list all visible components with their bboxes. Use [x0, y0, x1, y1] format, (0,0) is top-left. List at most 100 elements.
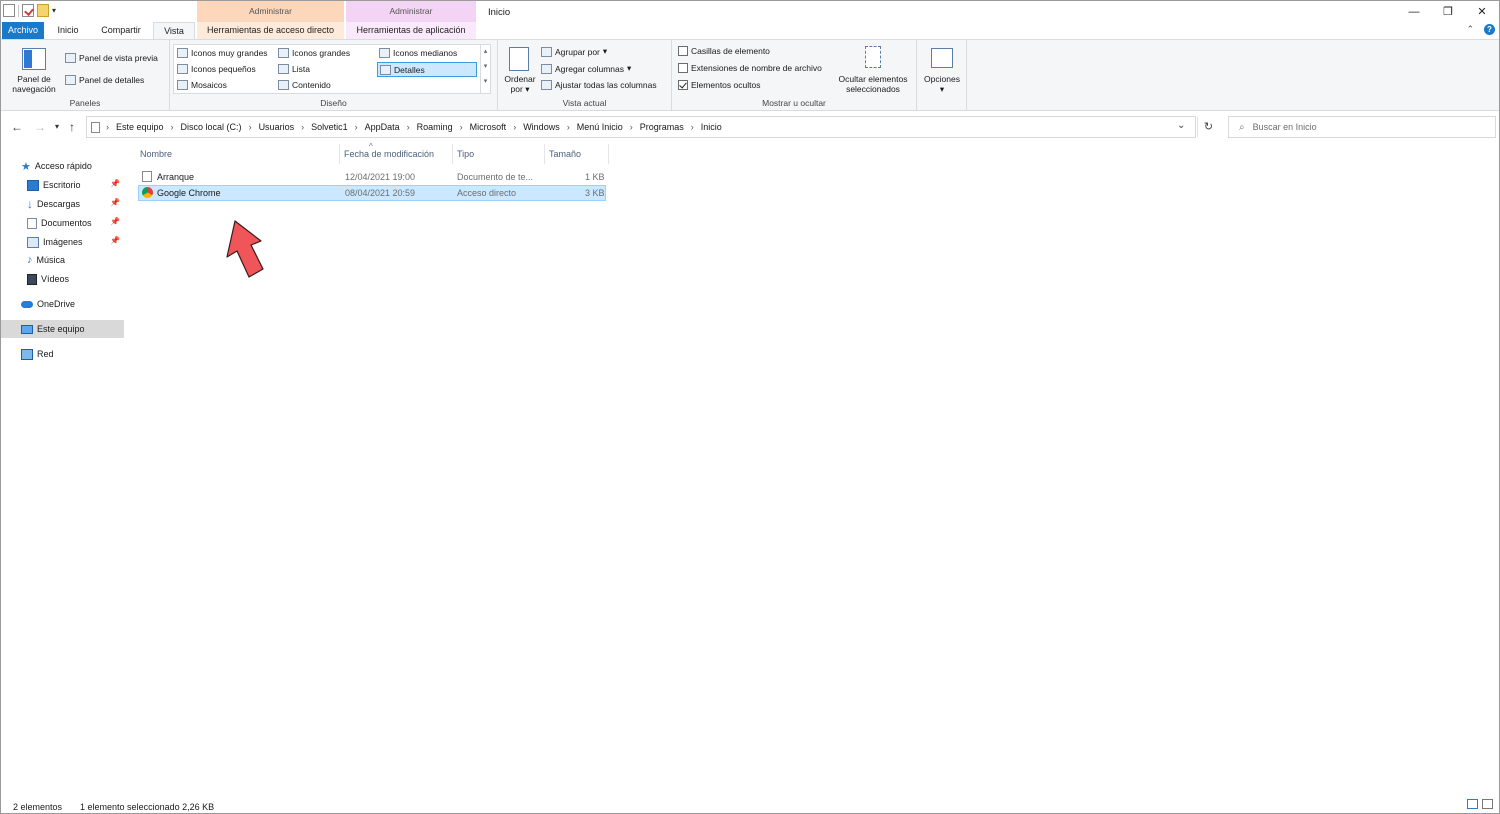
tab-vista[interactable]: Vista — [153, 22, 195, 40]
nav-item-descargas[interactable]: ↓ Descargas 📌 — [1, 195, 124, 213]
hidden-items-toggle[interactable]: Elementos ocultos — [678, 80, 760, 90]
breadcrumb-windows[interactable]: Windows — [523, 122, 560, 132]
nav-item-videos[interactable]: Vídeos — [1, 270, 124, 288]
download-icon: ↓ — [27, 197, 33, 211]
breadcrumb-chevron[interactable]: › — [460, 122, 463, 132]
breadcrumb-chevron[interactable]: › — [106, 122, 109, 132]
layout-gallery-scroll[interactable]: ▴ ▾ ▾ — [480, 44, 490, 94]
navigation-pane-button[interactable]: Panel de navegación — [5, 74, 63, 94]
status-selection: 1 elemento seleccionado 2,26 KB — [80, 802, 215, 812]
maximize-button[interactable]: ❐ — [1431, 1, 1465, 22]
tab-herramientas-acceso-directo[interactable]: Herramientas de acceso directo — [197, 22, 344, 39]
file-extensions-checkbox[interactable] — [678, 63, 688, 73]
layout-large-icons[interactable]: Iconos grandes — [278, 48, 350, 58]
back-button[interactable]: ← — [11, 120, 23, 134]
file-extensions-toggle[interactable]: Extensiones de nombre de archivo — [678, 63, 822, 73]
refresh-button[interactable]: ↻ — [1197, 117, 1219, 137]
breadcrumb-este-equipo[interactable]: Este equipo — [116, 122, 164, 132]
pin-icon[interactable]: 📌 — [110, 198, 120, 207]
breadcrumb-chevron[interactable]: › — [355, 122, 358, 132]
layout-tiles[interactable]: Mosaicos — [177, 80, 227, 90]
close-button[interactable]: ✕ — [1465, 1, 1499, 22]
breadcrumb-microsoft[interactable]: Microsoft — [470, 122, 507, 132]
column-header-fecha[interactable]: Fecha de modificación — [340, 144, 453, 164]
up-button[interactable]: ↑ — [69, 120, 75, 134]
hidden-items-checkbox[interactable] — [678, 80, 688, 90]
context-tab-manage-app: Administrar — [346, 1, 476, 22]
breadcrumb-chevron[interactable]: › — [567, 122, 570, 132]
layout-medium-icons[interactable]: Iconos medianos — [379, 48, 457, 58]
layout-small-icons[interactable]: Iconos pequeños — [177, 64, 256, 74]
breadcrumb-chevron[interactable]: › — [249, 122, 252, 132]
file-size: 3 KB — [585, 188, 605, 198]
item-checkboxes-toggle[interactable]: Casillas de elemento — [678, 46, 770, 56]
nav-item-red[interactable]: Red — [1, 345, 124, 363]
column-header-tamano[interactable]: Tamaño — [545, 144, 609, 164]
file-date: 08/04/2021 20:59 — [345, 188, 416, 198]
add-columns-button[interactable]: Agregar columnas ▾ — [541, 63, 631, 74]
hide-selected-button[interactable]: Ocultar elementos seleccionados — [832, 74, 914, 94]
address-history-dropdown[interactable]: ⌄ — [1177, 120, 1185, 131]
breadcrumb-roaming[interactable]: Roaming — [417, 122, 453, 132]
pin-icon[interactable]: 📌 — [110, 236, 120, 245]
new-folder-icon[interactable] — [37, 4, 49, 17]
large-icons-view-button[interactable] — [1482, 799, 1493, 809]
nav-item-escritorio[interactable]: Escritorio 📌 — [1, 176, 124, 194]
file-row[interactable]: Arranque 12/04/2021 19:00 Documento de t… — [138, 169, 606, 185]
layout-extra-large-icons[interactable]: Iconos muy grandes — [177, 48, 268, 58]
minimize-button[interactable]: — — [1397, 1, 1431, 22]
nav-item-onedrive[interactable]: OneDrive — [1, 295, 124, 313]
tab-archivo[interactable]: Archivo — [2, 22, 44, 39]
layout-content[interactable]: Contenido — [278, 80, 331, 90]
layout-list[interactable]: Lista — [278, 64, 310, 74]
nav-item-musica[interactable]: ♪ Música — [1, 251, 124, 269]
hide-selected-icon — [865, 46, 881, 68]
column-header-tipo[interactable]: Tipo — [453, 144, 545, 164]
breadcrumb-chevron[interactable]: › — [691, 122, 694, 132]
tab-compartir[interactable]: Compartir — [93, 22, 149, 39]
address-bar[interactable]: › Este equipo › Disco local (C:) › Usuario… — [86, 116, 1196, 138]
file-row-selected[interactable]: Google Chrome 08/04/2021 20:59 Acceso di… — [138, 185, 606, 201]
group-by-button[interactable]: Agrupar por ▾ — [541, 46, 607, 57]
nav-item-acceso-rapido[interactable]: ★ Acceso rápido — [1, 157, 124, 175]
nav-item-este-equipo[interactable]: Este equipo — [1, 320, 124, 338]
customize-toolbar-dropdown[interactable]: ▾ — [52, 6, 56, 15]
nav-item-documentos[interactable]: Documentos 📌 — [1, 214, 124, 232]
properties-icon[interactable] — [3, 4, 15, 17]
details-pane-button[interactable]: Panel de detalles — [65, 75, 144, 85]
title-bar: ▾ Administrar Administrar Inicio — ❐ ✕ — [1, 1, 1499, 22]
pin-icon[interactable]: 📌 — [110, 217, 120, 226]
file-type: Acceso directo — [457, 188, 517, 198]
size-all-columns-button[interactable]: Ajustar todas las columnas — [541, 80, 657, 90]
breadcrumb-chevron[interactable]: › — [171, 122, 174, 132]
preview-pane-button[interactable]: Panel de vista previa — [65, 53, 158, 63]
collapse-ribbon-icon[interactable]: ⌃ — [1466, 24, 1474, 35]
breadcrumb-chevron[interactable]: › — [630, 122, 633, 132]
sort-by-button[interactable]: Ordenar por ▾ — [500, 74, 540, 94]
layout-details[interactable]: Detalles — [377, 62, 477, 77]
breadcrumb-appdata[interactable]: AppData — [365, 122, 400, 132]
breadcrumb-inicio[interactable]: Inicio — [701, 122, 722, 132]
breadcrumb-chevron[interactable]: › — [301, 122, 304, 132]
pin-icon[interactable]: 📌 — [110, 179, 120, 188]
details-view-button[interactable] — [1467, 799, 1478, 809]
tab-inicio[interactable]: Inicio — [49, 22, 87, 39]
options-button[interactable]: Opciones ▾ — [919, 74, 965, 94]
tab-herramientas-aplicacion[interactable]: Herramientas de aplicación — [346, 22, 476, 39]
breadcrumb-disco-local[interactable]: Disco local (C:) — [181, 122, 242, 132]
breadcrumb-chevron[interactable]: › — [407, 122, 410, 132]
breadcrumb-usuarios[interactable]: Usuarios — [259, 122, 295, 132]
breadcrumb-solvetic1[interactable]: Solvetic1 — [311, 122, 348, 132]
breadcrumb-programas[interactable]: Programas — [640, 122, 684, 132]
nav-item-imagenes[interactable]: Imágenes 📌 — [1, 233, 124, 251]
recent-locations-dropdown[interactable]: ▾ — [55, 122, 59, 131]
forward-button[interactable]: → — [34, 120, 46, 134]
help-icon[interactable]: ? — [1484, 24, 1495, 35]
breadcrumb-menu-inicio[interactable]: Menú Inicio — [577, 122, 623, 132]
properties-check-icon[interactable] — [22, 4, 34, 17]
group-by-icon — [541, 46, 552, 57]
breadcrumb-chevron[interactable]: › — [513, 122, 516, 132]
item-checkboxes-checkbox[interactable] — [678, 46, 688, 56]
column-header-nombre[interactable]: Nombre — [136, 144, 340, 164]
search-box[interactable]: ⌕ Buscar en Inicio — [1228, 116, 1496, 138]
